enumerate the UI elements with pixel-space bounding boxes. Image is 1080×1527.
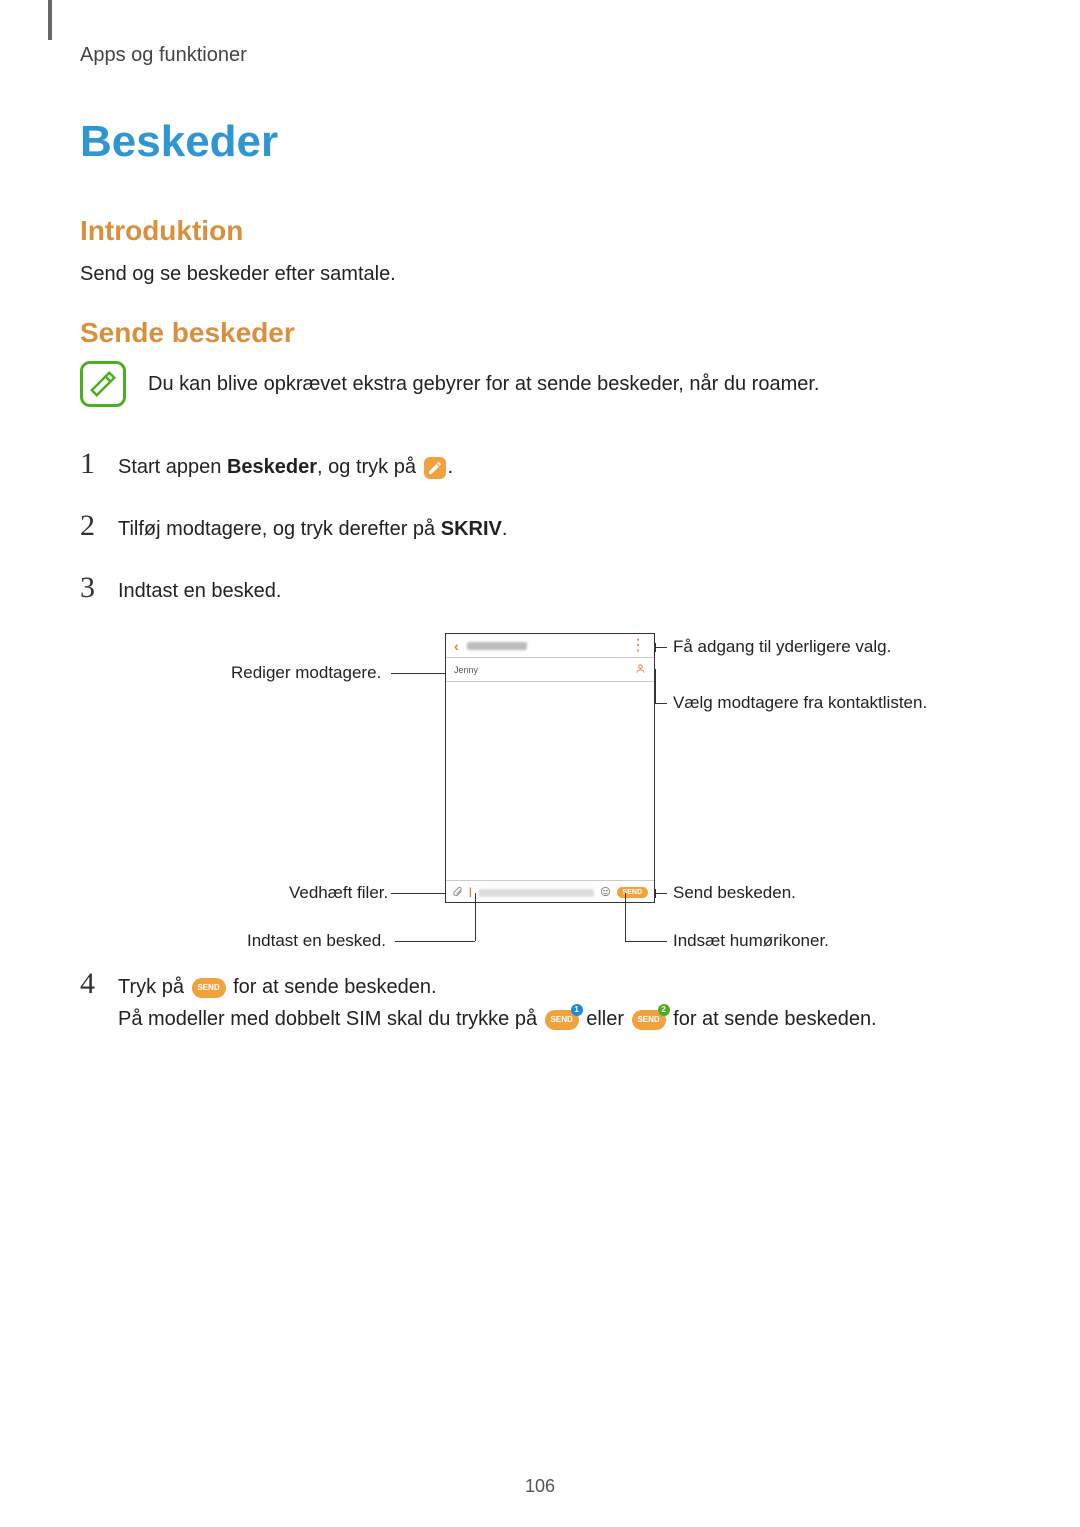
page-title: Beskeder xyxy=(80,117,1000,167)
note-text: Du kan blive opkrævet ekstra gebyrer for… xyxy=(148,373,819,396)
step-number: 3 xyxy=(80,571,100,605)
step-4b-pre: På modeller med dobbelt SIM skal du tryk… xyxy=(118,1008,543,1030)
step-number: 2 xyxy=(80,509,100,543)
header-title-placeholder xyxy=(467,642,527,650)
step-4a-post: for at sende beskeden. xyxy=(233,976,436,998)
step-3: 3 Indtast en besked. xyxy=(80,571,1000,607)
step-4b-mid: eller xyxy=(586,1008,629,1030)
step-2-post: . xyxy=(502,518,508,540)
phone-header: ‹ ⋮ xyxy=(446,634,654,658)
message-area xyxy=(446,682,654,880)
callout-enter-message: Indtast en besked. xyxy=(247,931,386,951)
step-number: 1 xyxy=(80,447,100,481)
page-number: 106 xyxy=(0,1476,1080,1497)
back-icon: ‹ xyxy=(454,638,459,654)
recipient-name: Jenny xyxy=(454,665,478,675)
section-intro-heading: Introduktion xyxy=(80,215,1000,247)
callout-edit-recipients: Rediger modtagere. xyxy=(231,663,381,683)
send-icon: SEND xyxy=(192,978,226,998)
step-2-pre: Tilføj modtagere, og tryk derefter på xyxy=(118,518,441,540)
sim2-badge: 2 xyxy=(658,1004,670,1016)
step-4b-post: for at sende beskeden. xyxy=(673,1008,876,1030)
callout-attach-files: Vedhæft filer. xyxy=(289,883,388,903)
step-3-text: Indtast en besked. xyxy=(118,575,1000,607)
contacts-icon xyxy=(635,663,646,676)
chapter-label: Apps og funktioner xyxy=(80,44,1000,67)
send-sim2-icon: SEND2 xyxy=(632,1010,666,1030)
input-placeholder xyxy=(478,889,594,897)
recipient-row: Jenny xyxy=(446,658,654,682)
note-icon xyxy=(80,361,126,407)
step-4a-pre: Tryk på xyxy=(118,976,190,998)
callout-send-message: Send beskeden. xyxy=(673,883,796,903)
page-content: Apps og funktioner Beskeder Introduktion… xyxy=(0,0,1080,1035)
page-corner-mark xyxy=(48,0,52,40)
step-4: 4 Tryk på SEND for at sende beskeden. På… xyxy=(80,967,1000,1035)
emoji-icon xyxy=(600,886,611,900)
sim1-badge: 1 xyxy=(571,1004,583,1016)
step-number: 4 xyxy=(80,967,100,1001)
step-1-bold: Beskeder xyxy=(227,456,317,478)
step-1-pre: Start appen xyxy=(118,456,227,478)
callout-emoji: Indsæt humørikoner. xyxy=(673,931,829,951)
callout-more-options: Få adgang til yderligere valg. xyxy=(673,637,891,657)
step-1-tail: . xyxy=(448,456,454,478)
phone-mock: ‹ ⋮ Jenny | SEND xyxy=(445,633,655,903)
section-send-heading: Sende beskeder xyxy=(80,317,1000,349)
compose-icon xyxy=(424,457,446,479)
send-button: SEND xyxy=(617,887,648,898)
callout-recipients-contacts: Vælg modtagere fra kontaktlisten. xyxy=(673,693,927,713)
send-sim1-icon: SEND1 xyxy=(545,1010,579,1030)
more-menu-icon: ⋮ xyxy=(630,640,646,652)
note-block: Du kan blive opkrævet ekstra gebyrer for… xyxy=(80,361,1000,407)
intro-text: Send og se beskeder efter samtale. xyxy=(80,259,1000,289)
step-1: 1 Start appen Beskeder, og tryk på . xyxy=(80,447,1000,483)
step-2-bold: SKRIV xyxy=(441,518,502,540)
input-cursor: | xyxy=(469,887,472,898)
step-2: 2 Tilføj modtagere, og tryk derefter på … xyxy=(80,509,1000,545)
step-list-cont: 4 Tryk på SEND for at sende beskeden. På… xyxy=(80,967,1000,1035)
step-list: 1 Start appen Beskeder, og tryk på . 2 T… xyxy=(80,447,1000,607)
phone-diagram: ‹ ⋮ Jenny | SEND xyxy=(175,633,905,953)
input-row: | SEND xyxy=(446,880,654,904)
step-1-post: , og tryk på xyxy=(317,456,422,478)
attach-icon xyxy=(452,886,463,900)
